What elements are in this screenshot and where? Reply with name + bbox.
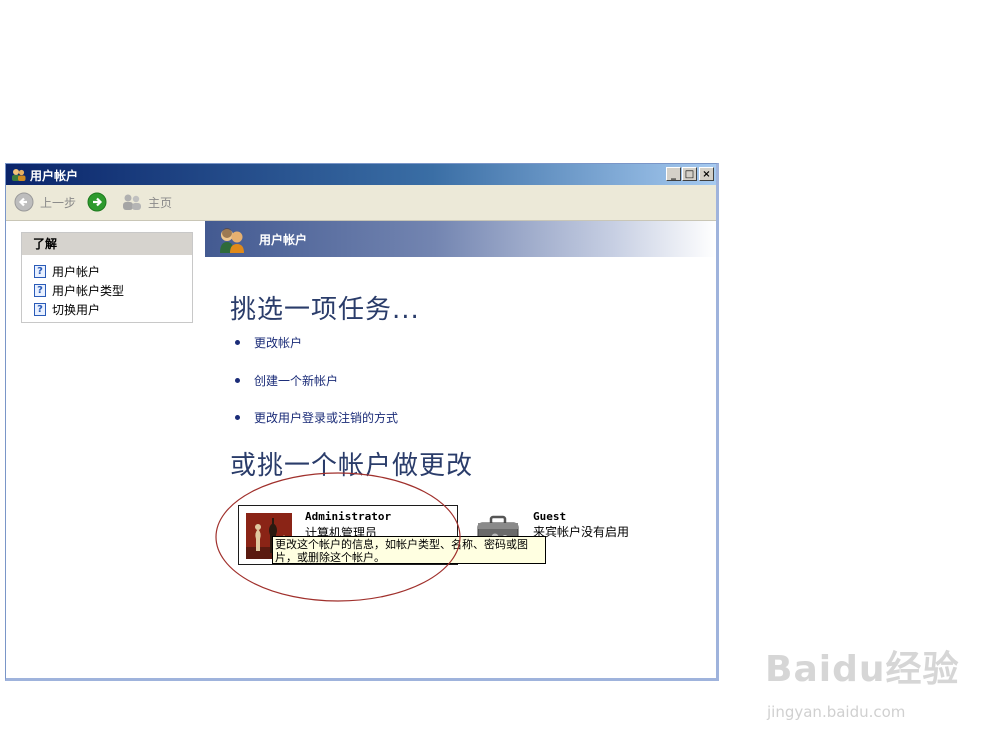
task-label: 更改帐户 bbox=[254, 336, 303, 350]
left-pane: 了解 ? 用户帐户 ? 用户帐户类型 ? 切换用户 bbox=[6, 221, 204, 678]
banner-title: 用户帐户 bbox=[259, 233, 308, 247]
close-button[interactable]: × bbox=[699, 167, 714, 181]
forward-button[interactable] bbox=[87, 191, 107, 213]
toolbar: 上一步 主页 bbox=[6, 185, 716, 221]
watermark-logo-text: Baidu经验 bbox=[765, 649, 960, 690]
sidebar-item-label: 用户帐户类型 bbox=[52, 284, 125, 298]
account-tooltip: 更改这个帐户的信息，如帐户类型、名称、密码或图 片，或删除这个帐户。 bbox=[272, 536, 546, 564]
minimize-button[interactable]: _ bbox=[666, 167, 681, 181]
bullet-icon bbox=[235, 378, 240, 383]
home-label: 主页 bbox=[148, 195, 173, 210]
pick-account-heading: 或挑一个帐户做更改 bbox=[230, 451, 474, 481]
baidu-watermark: Baidu经验 jingyan.baidu.com bbox=[765, 640, 985, 730]
sidebar-item-label: 切换用户 bbox=[52, 303, 101, 317]
maximize-button[interactable]: □ bbox=[682, 167, 697, 181]
title-bar[interactable]: 用户帐户 _ □ × bbox=[6, 164, 716, 185]
home-button[interactable]: 主页 bbox=[121, 191, 172, 213]
user-accounts-icon bbox=[220, 228, 244, 253]
help-icon: ? bbox=[34, 303, 46, 316]
learn-about-panel: 了解 ? 用户帐户 ? 用户帐户类型 ? 切换用户 bbox=[21, 232, 193, 323]
account-type: 来宾帐户没有启用 bbox=[533, 525, 630, 539]
task-label: 创建一个新帐户 bbox=[254, 374, 339, 388]
home-users-icon bbox=[123, 194, 141, 210]
task-change-logon[interactable]: 更改用户登录或注销的方式 bbox=[235, 409, 398, 426]
task-change-account[interactable]: 更改帐户 bbox=[235, 334, 302, 351]
sidebar-item-user-accounts[interactable]: ? 用户帐户 bbox=[34, 263, 100, 280]
header-banner: 用户帐户 bbox=[205, 221, 716, 257]
learn-panel-title: 了解 bbox=[22, 233, 192, 255]
window-title: 用户帐户 bbox=[30, 169, 79, 183]
back-label: 上一步 bbox=[40, 195, 77, 210]
watermark-url: jingyan.baidu.com bbox=[767, 703, 906, 721]
main-pane: 用户帐户 挑选一项任务... 更改帐户 创建一个新帐户 更改用户登录或注销的方式… bbox=[205, 221, 716, 678]
tooltip-line: 片，或删除这个帐户。 bbox=[275, 551, 385, 564]
forward-arrow-icon bbox=[87, 192, 107, 212]
account-name: Administrator bbox=[305, 510, 392, 523]
bullet-icon bbox=[235, 415, 240, 420]
task-create-account[interactable]: 创建一个新帐户 bbox=[235, 372, 338, 389]
sidebar-item-account-types[interactable]: ? 用户帐户类型 bbox=[34, 282, 124, 299]
help-icon: ? bbox=[34, 265, 46, 278]
sidebar-item-label: 用户帐户 bbox=[52, 265, 101, 279]
users-icon bbox=[12, 169, 26, 181]
tooltip-line: 更改这个帐户的信息，如帐户类型、名称、密码或图 bbox=[275, 538, 528, 551]
back-button[interactable]: 上一步 bbox=[14, 191, 76, 213]
user-accounts-window: 用户帐户 _ □ × 上一步 主页 了解 ? 用户帐户 ? 用户帐户类型 ? 切… bbox=[5, 163, 719, 681]
task-label: 更改用户登录或注销的方式 bbox=[254, 411, 399, 425]
back-arrow-icon bbox=[14, 192, 34, 212]
help-icon: ? bbox=[34, 284, 46, 297]
pick-task-heading: 挑选一项任务... bbox=[230, 295, 420, 325]
account-name[interactable]: Guest bbox=[533, 510, 566, 523]
sidebar-item-switch-users[interactable]: ? 切换用户 bbox=[34, 301, 100, 318]
bullet-icon bbox=[235, 340, 240, 345]
